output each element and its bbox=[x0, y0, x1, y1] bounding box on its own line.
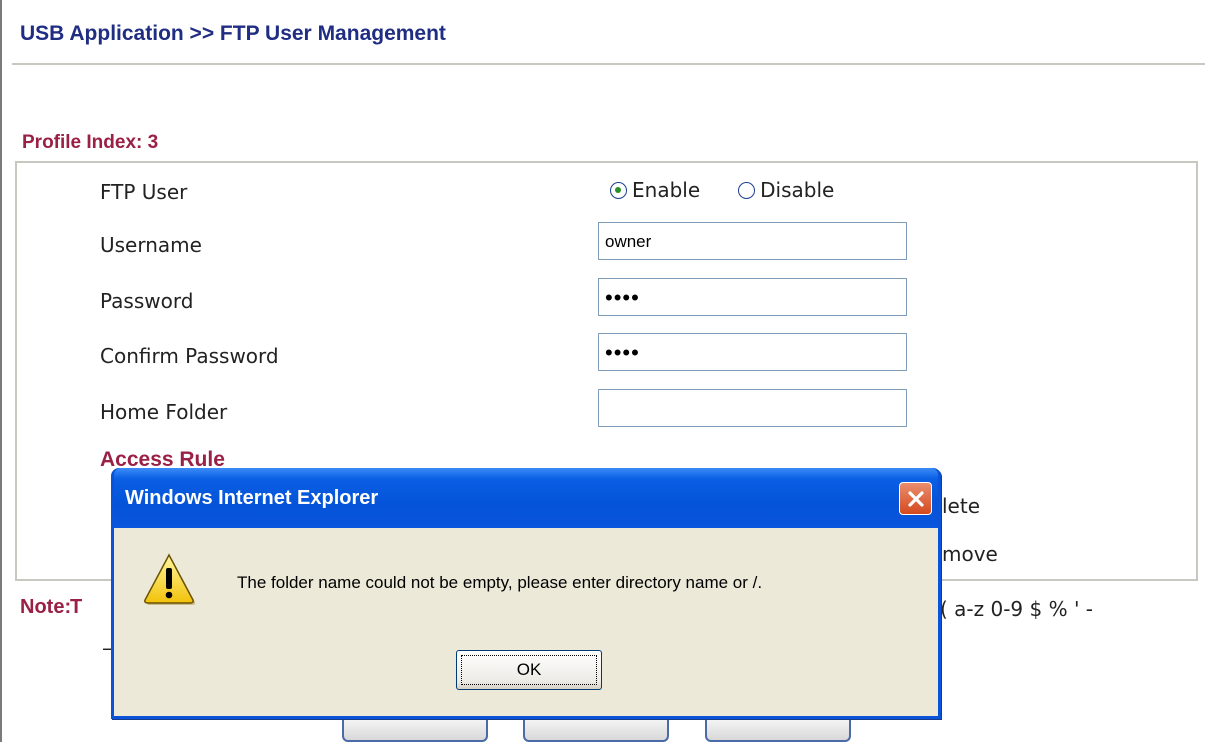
disable-option[interactable]: Disable bbox=[738, 178, 834, 202]
disable-radio[interactable] bbox=[738, 181, 756, 199]
profile-index-heading: Profile Index: 3 bbox=[22, 132, 159, 153]
ok-page-button[interactable] bbox=[342, 720, 488, 742]
dialog-message: The folder name could not be empty, plea… bbox=[237, 573, 763, 592]
confirm-password-label: Confirm Password bbox=[100, 344, 279, 368]
warning-icon bbox=[142, 552, 196, 610]
disable-label: Disable bbox=[760, 178, 835, 202]
enable-radio[interactable] bbox=[610, 181, 627, 199]
ok-button[interactable]: OK bbox=[456, 650, 602, 690]
remove-checkbox-label: move bbox=[942, 542, 998, 566]
home-folder-field[interactable] bbox=[598, 389, 907, 427]
page: USB Application >> FTP User Management P… bbox=[0, 0, 1205, 742]
close-icon bbox=[907, 490, 924, 507]
dialog-titlebar[interactable]: Windows Internet Explorer bbox=[114, 468, 938, 528]
dialog-title: Windows Internet Explorer bbox=[125, 487, 379, 509]
cancel-page-button[interactable] bbox=[705, 720, 851, 742]
username-field[interactable]: owner bbox=[598, 222, 907, 260]
clear-page-button[interactable] bbox=[523, 720, 669, 742]
home-folder-label: Home Folder bbox=[100, 400, 228, 424]
ftp-user-radio-group: Enable Disable bbox=[610, 178, 872, 202]
delete-checkbox-label: lete bbox=[942, 494, 981, 518]
ok-button-label: OK bbox=[461, 655, 597, 685]
dialog-body: The folder name could not be empty, plea… bbox=[114, 528, 938, 716]
note-label: Note: bbox=[20, 596, 72, 618]
ftp-user-label: FTP User bbox=[100, 180, 188, 204]
allowed-characters-text: ( a-z 0-9 $ % ' - bbox=[940, 597, 1094, 621]
enable-label: Enable bbox=[632, 178, 701, 202]
password-field[interactable]: •••• bbox=[598, 278, 907, 316]
page-title: USB Application >> FTP User Management bbox=[20, 22, 446, 45]
title-divider bbox=[12, 63, 1205, 65]
confirm-password-field[interactable]: •••• bbox=[598, 333, 907, 371]
close-button[interactable] bbox=[899, 482, 932, 515]
password-label: Password bbox=[100, 289, 194, 313]
alert-dialog: Windows Internet Explorer The folder nam… bbox=[111, 468, 941, 719]
enable-option[interactable]: Enable bbox=[610, 178, 700, 202]
note-text-fragment: T bbox=[70, 596, 83, 618]
username-label: Username bbox=[100, 233, 202, 257]
